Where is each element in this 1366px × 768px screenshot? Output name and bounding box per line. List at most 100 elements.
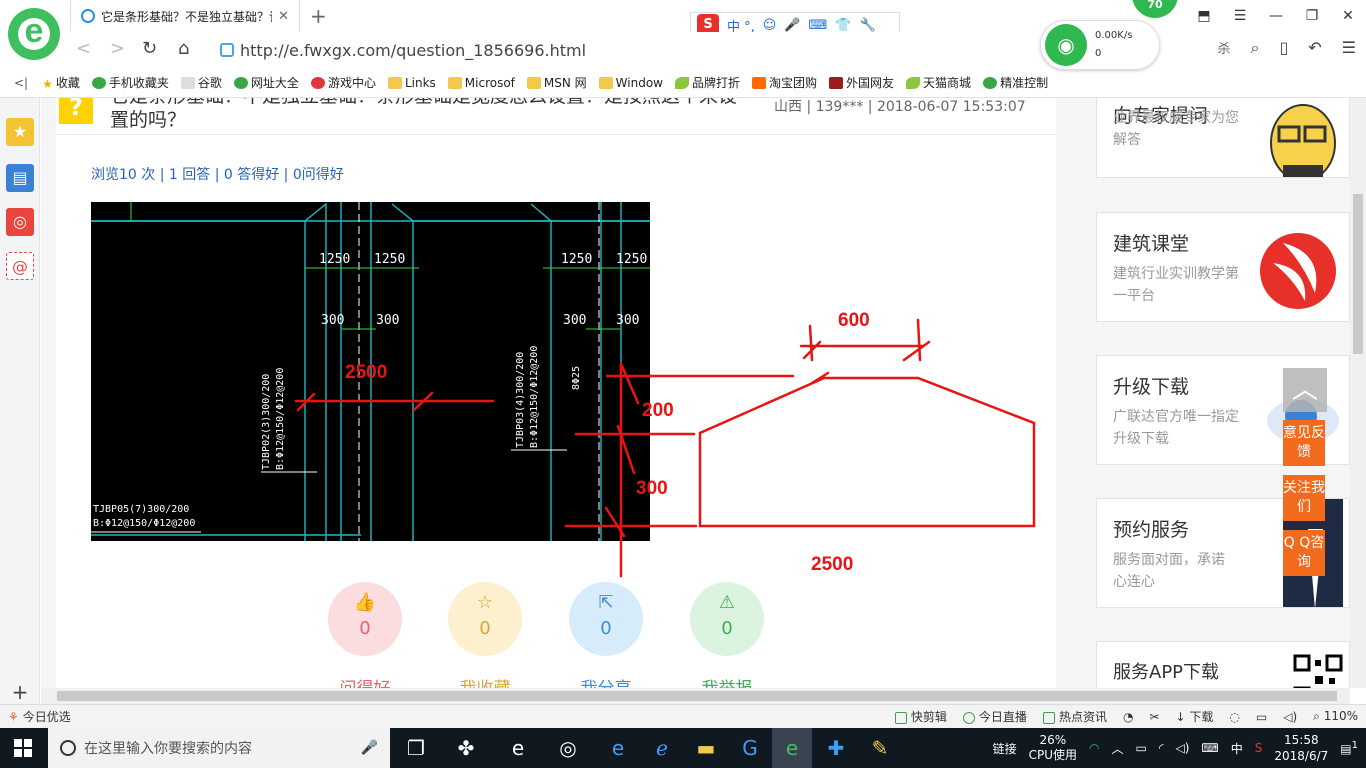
emoji-icon[interactable]: ☺ (763, 18, 777, 33)
fan-app-icon[interactable]: ✤ (446, 728, 486, 768)
edge-app-icon[interactable]: e (598, 728, 638, 768)
wifi-tray-icon[interactable]: ◜ (1159, 741, 1164, 755)
plus-app-icon[interactable]: ✚ (816, 728, 856, 768)
cpu-usage[interactable]: 26% CPU使用 (1029, 733, 1077, 763)
undo-icon[interactable]: ↶ (1308, 38, 1321, 58)
bookmark-item[interactable]: 外国网友 (829, 74, 894, 91)
speed-icon[interactable]: ◔ (1123, 710, 1133, 724)
ime-indicator[interactable]: 中 (1231, 740, 1243, 757)
bookmark-item[interactable]: 谷歌 (180, 74, 222, 91)
bookmark-item[interactable]: 天猫商城 (906, 74, 971, 91)
mail-icon[interactable]: @ (6, 252, 34, 280)
bookmark-item[interactable]: 品牌打折 (675, 74, 740, 91)
tools-icon[interactable]: 🔧 (859, 18, 875, 33)
zoom-level[interactable]: ⌕ 110% (1313, 709, 1358, 724)
new-tab-button[interactable]: + (310, 4, 327, 28)
promo-ask-expert[interactable]: 向专家提问 业界最权威专家为您解答 (1096, 98, 1350, 178)
skin-button-icon[interactable]: ⬒ (1186, 8, 1222, 24)
clock[interactable]: 15:58 2018/6/7 (1274, 732, 1328, 764)
news-icon[interactable]: ▤ (6, 164, 34, 192)
bookmark-item[interactable]: MSN 网 (526, 74, 587, 91)
mobile-icon[interactable]: ▯ (1279, 38, 1288, 58)
promo-app-download[interactable]: 服务APP下载 (1096, 641, 1350, 688)
action-label[interactable]: 问得好 (310, 674, 420, 688)
bookmark-item[interactable]: 手机收藏夹 (91, 74, 169, 91)
browser-icon[interactable]: ◌ (1229, 710, 1239, 724)
forward-icon[interactable]: > (110, 38, 125, 59)
browser-tab[interactable]: 它是条形基础？不是独立基础？该 ✕ (70, 0, 300, 32)
glodon-app-icon[interactable]: G (730, 728, 770, 768)
status-quick-edit[interactable]: 快剪辑 (894, 708, 947, 725)
bookmark-item[interactable]: 淘宝团购 (752, 74, 817, 91)
bookmark-item[interactable]: ★ 收藏 (42, 74, 80, 91)
bookmark-item[interactable]: 游戏中心 (310, 74, 376, 91)
status-live[interactable]: 今日直播 (962, 708, 1027, 725)
bookmark-item[interactable]: Microsof (447, 74, 515, 91)
feedback-button[interactable]: 意见反馈 (1283, 420, 1325, 466)
url-text[interactable]: http://e.fwxgx.com/question_1856696.html (240, 41, 586, 60)
battery-icon[interactable]: ▭ (1135, 741, 1146, 755)
add-sidebar-icon[interactable]: + (0, 680, 40, 704)
url-field[interactable]: http://e.fwxgx.com/question_1856696.html (220, 37, 1000, 63)
action-label[interactable]: 我分享 (551, 674, 661, 688)
links-label[interactable]: 链接 (993, 740, 1017, 757)
browser-app-icon[interactable]: e (772, 728, 812, 768)
action-button[interactable]: ⇱ 0 (569, 582, 643, 656)
bookmark-item[interactable]: 精准控制 (983, 74, 1048, 91)
tab-close-icon[interactable]: ✕ (278, 9, 289, 24)
promo-building-class[interactable]: 建筑课堂 建筑行业实训教学第一平台 (1096, 212, 1350, 322)
mute-icon[interactable]: ◁) (1283, 710, 1297, 724)
internet-explorer-icon[interactable]: ℯ (642, 728, 682, 768)
weibo-icon[interactable]: ◎ (6, 208, 34, 236)
close-window-icon[interactable]: ✕ (1330, 8, 1366, 24)
scroll-thumb[interactable] (57, 691, 1337, 701)
notification-icon[interactable]: ▤1 (1340, 740, 1358, 756)
voice-icon[interactable]: 🎤 (784, 18, 800, 33)
spiral-app-icon[interactable]: ◎ (548, 728, 588, 768)
task-view-icon[interactable]: ❐ (396, 728, 436, 768)
network-icon[interactable]: ◠ (1089, 741, 1099, 755)
menu-icon[interactable]: ☰ (1222, 8, 1258, 24)
bookmarks-collapse-icon[interactable]: <| (14, 76, 28, 90)
daily-pick-label[interactable]: 今日优选 (23, 708, 71, 725)
window-mode-icon[interactable]: ▭ (1256, 710, 1267, 724)
ie-app-icon[interactable]: e (498, 728, 538, 768)
notes-app-icon[interactable]: ✎ (860, 728, 900, 768)
more-menu-icon[interactable]: ☰ (1342, 38, 1356, 58)
back-icon[interactable]: < (76, 38, 91, 59)
action-button[interactable]: ☆ 0 (448, 582, 522, 656)
action-button[interactable]: ⚠ 0 (690, 582, 764, 656)
favorites-icon[interactable]: ★ (6, 118, 34, 146)
microphone-icon[interactable]: 🎤 (361, 740, 378, 756)
keyboard-tray-icon[interactable]: ⌨ (1201, 741, 1218, 755)
bookmark-item[interactable]: Window (598, 74, 663, 91)
back-to-top-button[interactable]: ︿ (1283, 368, 1327, 412)
vertical-scrollbar[interactable] (1350, 98, 1366, 688)
scroll-thumb[interactable] (1353, 194, 1363, 354)
bookmark-item[interactable]: 网址大全 (233, 74, 299, 91)
action-label[interactable]: 我举报 (672, 674, 782, 688)
browser-logo-icon[interactable] (8, 8, 60, 60)
taskbar-search-input[interactable]: 在这里输入你要搜索的内容 🎤 (48, 728, 390, 768)
action-button[interactable]: 👍 0 (328, 582, 402, 656)
network-speed-widget[interactable]: ◉ 0.00K/s 0 (1040, 20, 1160, 70)
home-icon[interactable]: ⌂ (178, 38, 189, 59)
settings-tool-icon[interactable]: ✂ (1149, 710, 1159, 724)
minimize-icon[interactable]: — (1258, 8, 1294, 24)
horizontal-scrollbar[interactable] (41, 688, 1350, 704)
action-label[interactable]: 我收藏 (430, 674, 540, 688)
follow-us-button[interactable]: 关注我们 (1283, 475, 1325, 521)
file-explorer-icon[interactable]: ▬ (686, 728, 726, 768)
tray-expand-icon[interactable]: ︿ (1111, 740, 1123, 757)
refresh-icon[interactable]: ↻ (142, 38, 157, 59)
qq-consult-button[interactable]: Q Q咨询 (1283, 530, 1325, 576)
status-download[interactable]: ↓ 下载 (1176, 708, 1214, 725)
skin-icon[interactable]: 👕 (835, 18, 851, 33)
restore-icon[interactable]: ❐ (1294, 8, 1330, 24)
bookmark-item[interactable]: Links (387, 74, 436, 91)
status-hot-news[interactable]: 热点资讯 (1042, 708, 1107, 725)
search-icon[interactable]: ⌕ (1250, 38, 1259, 58)
volume-icon[interactable]: ◁) (1175, 741, 1189, 755)
keyboard-icon[interactable]: ⌨ (809, 18, 828, 33)
windows-start-icon[interactable] (14, 739, 32, 757)
